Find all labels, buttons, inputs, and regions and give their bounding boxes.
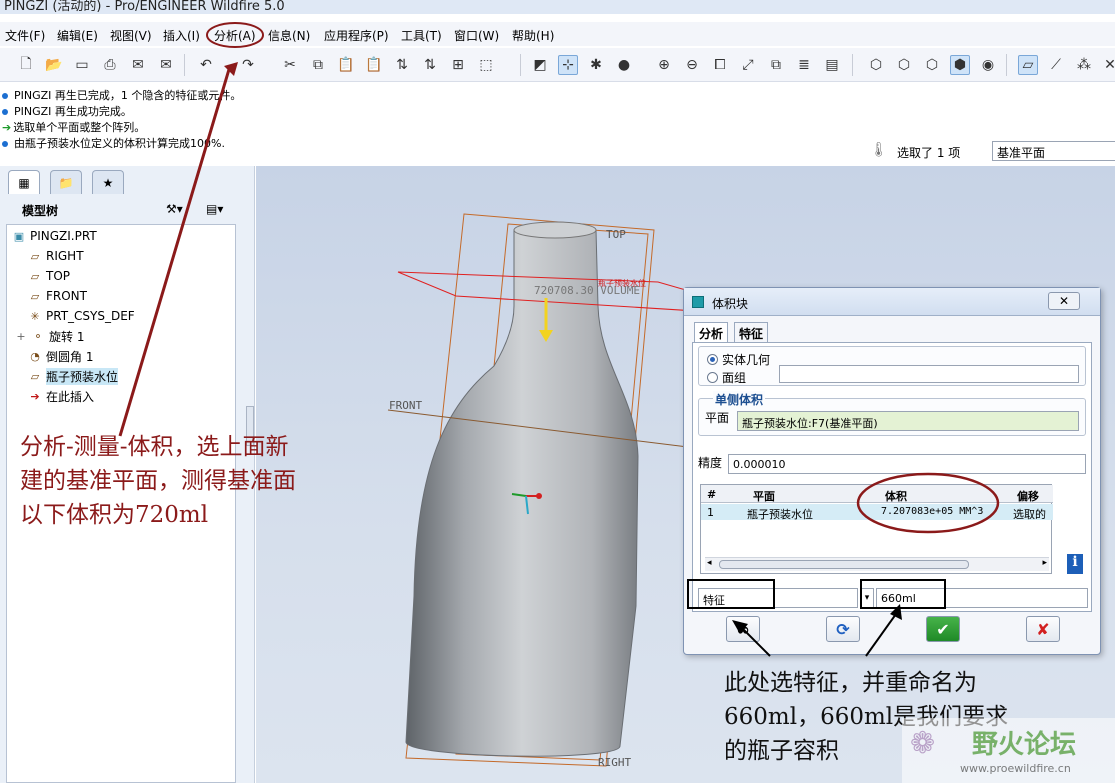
watermark-logo-icon: ❁	[910, 726, 936, 761]
annotation-left: 分析-测量-体积，选上面新 建的基准平面，测得基准面 以下体积为720ml	[20, 434, 296, 528]
watermark-name: 野火论坛	[972, 730, 1077, 760]
watermark-url: www.proewildfire.cn	[960, 762, 1071, 775]
watermark: ❁ 野火论坛 www.proewildfire.cn	[902, 718, 1115, 783]
